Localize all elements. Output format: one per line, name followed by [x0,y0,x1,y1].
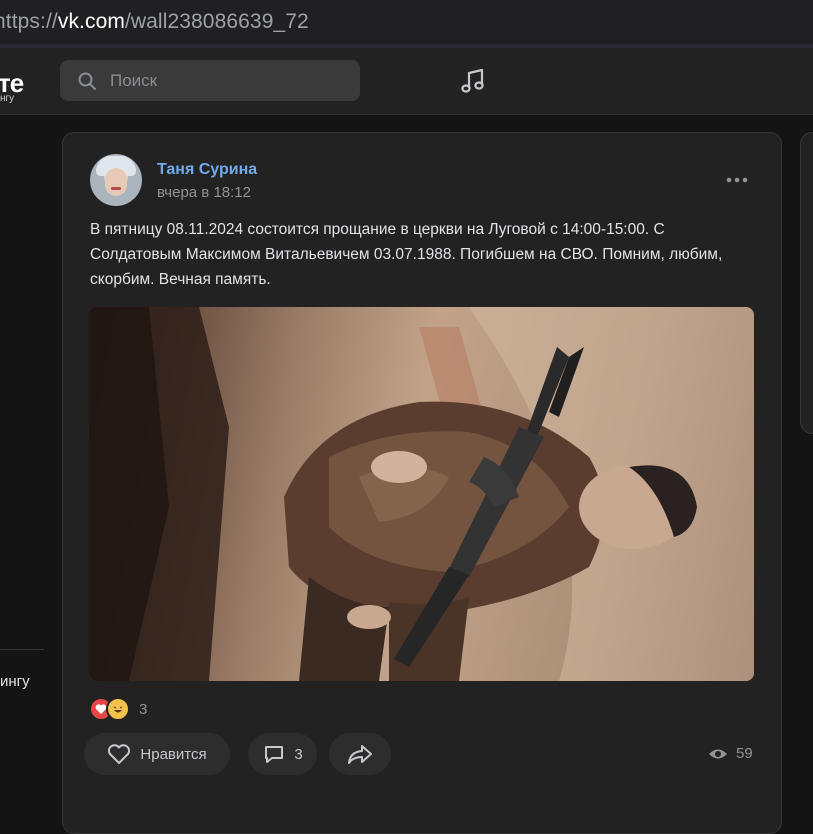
heart-icon [108,744,131,764]
music-note-icon[interactable] [458,66,488,96]
author-name[interactable]: Таня Сурина [157,161,257,179]
comment-icon [265,746,284,763]
like-button[interactable]: Нравится [84,733,230,775]
more-options-icon[interactable] [725,173,749,187]
search-box[interactable] [60,60,360,101]
search-icon [78,72,96,90]
views-count: 59 [736,745,753,762]
url-host: vk.com [57,10,125,33]
post-card: Таня Сурина вчера в 18:12 В пятницу 08.1… [62,132,782,834]
laugh-reaction-icon [106,697,130,721]
sidebar-item-label[interactable]: ингу [0,673,30,690]
post-photo[interactable] [89,307,754,681]
post-text: В пятницу 08.11.2024 состоится прощание … [90,221,723,288]
author-avatar[interactable] [90,154,142,206]
url-text[interactable]: https://vk.com/wall238086639_72 [0,10,309,34]
logo-subtitle: нгу [0,93,15,104]
like-label: Нравится [140,745,207,763]
url-scheme: https:// [0,10,58,33]
comment-button[interactable]: 3 [248,733,317,775]
reactions-summary[interactable]: 3 [89,697,147,721]
share-arrow-icon [348,745,372,764]
url-path: /wall238086639_72 [124,10,309,33]
sidebar-divider [0,649,44,650]
site-header: те нгу [0,48,813,115]
post-time[interactable]: вчера в 18:12 [157,184,251,201]
views-counter: 59 [708,745,753,762]
reactions-count: 3 [139,700,148,718]
right-panel-card [800,132,813,434]
browser-url-bar[interactable]: https://vk.com/wall238086639_72 [0,0,813,45]
eye-icon [709,749,727,758]
comments-count: 3 [294,745,303,763]
search-input[interactable] [108,69,332,92]
share-button[interactable] [329,733,391,775]
